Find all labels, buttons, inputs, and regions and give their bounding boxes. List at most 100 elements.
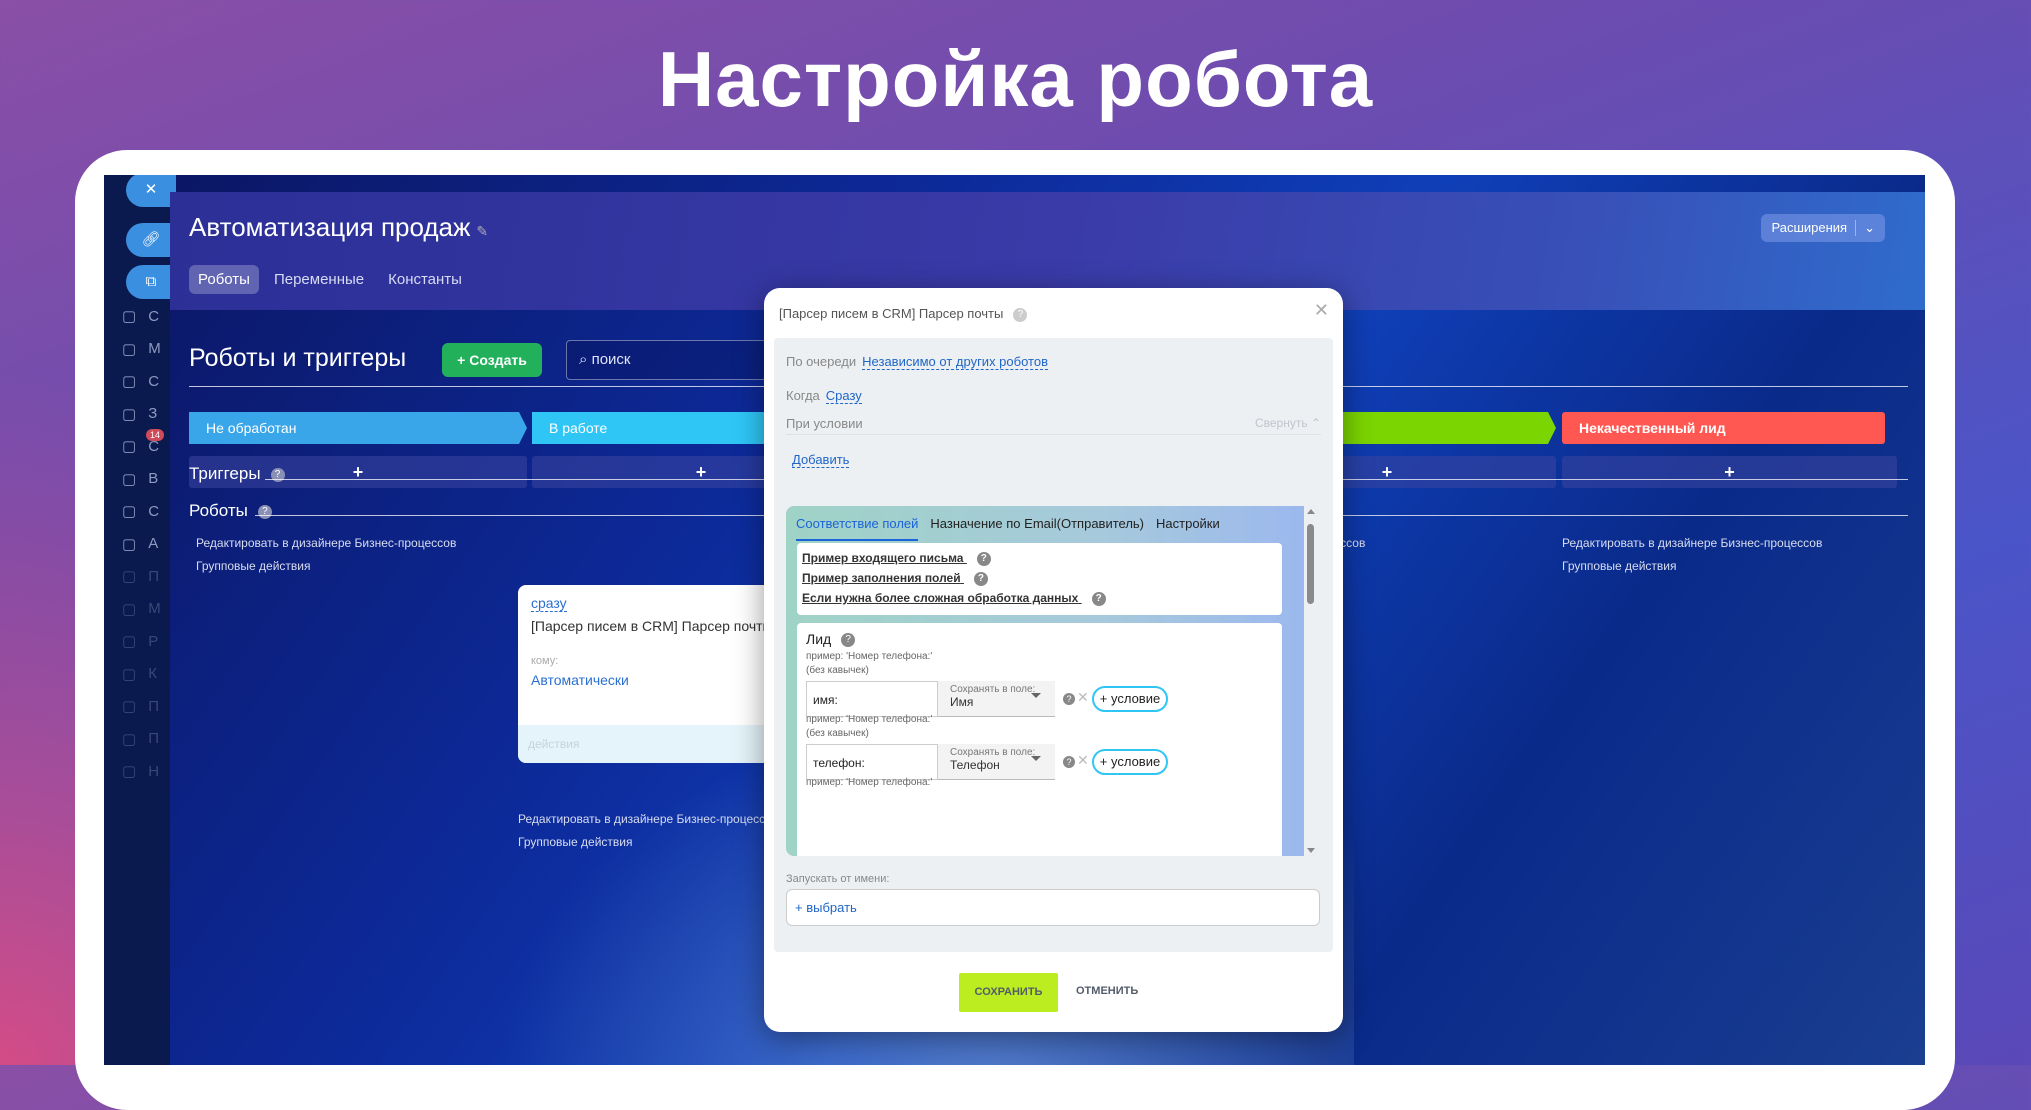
help-icon: ?: [976, 551, 991, 566]
save-to-value: Телефон: [950, 758, 1000, 772]
sidebar-item-label: С: [148, 307, 160, 325]
dialog-title: [Парсер писем в CRM] Парсер почты: [779, 306, 1004, 321]
open-new-window-button[interactable]: ⧉: [126, 265, 176, 299]
help-icon[interactable]: ?: [1063, 756, 1075, 768]
save-to-label: Сохранять в поле:: [950, 747, 1036, 758]
scrollbar[interactable]: [1304, 506, 1318, 856]
add-condition-button[interactable]: + условие: [1092, 686, 1168, 712]
example-fields-link[interactable]: Пример заполнения полей ?: [802, 571, 988, 586]
edit-in-designer-link[interactable]: Редактировать в дизайнере Бизнес-процесс…: [518, 812, 778, 826]
help-icon[interactable]: ?: [257, 504, 272, 519]
queue-value[interactable]: Независимо от других роботов: [862, 354, 1048, 370]
add-condition-button[interactable]: + условие: [1092, 749, 1168, 775]
tab-constants[interactable]: Константы: [379, 265, 471, 294]
sidebar-item[interactable]: ▢ В: [122, 470, 158, 488]
sidebar-item-label: П: [148, 697, 159, 715]
robot-when[interactable]: сразу: [531, 595, 567, 612]
condition-label: При условии: [786, 416, 863, 431]
sidebar-item[interactable]: ▢ М: [122, 600, 161, 618]
group-actions-link[interactable]: Групповые действия: [196, 559, 311, 573]
tab-field-mapping[interactable]: Соответствие полей: [796, 516, 919, 541]
field-hint: пример: 'Номер телефона:': [806, 651, 933, 662]
help-icon[interactable]: ?: [1063, 693, 1075, 705]
field-pattern-input[interactable]: имя:: [806, 681, 938, 717]
help-links-box: Пример входящего письма ? Пример заполне…: [797, 543, 1282, 615]
field-hint-note: (без кавычек): [806, 665, 869, 676]
sidebar-item-label: А: [148, 535, 159, 552]
cancel-button[interactable]: ОТМЕНИТЬ: [1076, 985, 1138, 997]
sidebar-item-icon: ▢: [122, 405, 137, 423]
sidebar-item[interactable]: ▢ С: [122, 307, 160, 326]
sidebar-item-label: М: [148, 340, 161, 357]
pin-icon[interactable]: ✎: [476, 223, 488, 239]
save-button[interactable]: СОХРАНИТЬ: [959, 973, 1058, 1012]
sidebar-item[interactable]: ▢ С: [122, 372, 160, 391]
sidebar-item[interactable]: ▢ П: [122, 567, 159, 586]
sidebar-item-icon: ▢: [122, 568, 137, 585]
sidebar-item[interactable]: ▢ К: [122, 665, 157, 683]
collapse-button[interactable]: Свернуть ⌃: [1255, 416, 1321, 430]
sidebar-item[interactable]: ▢ Н: [122, 762, 160, 781]
save-to-field-select[interactable]: Сохранять в поле: Имя: [938, 681, 1055, 717]
settings-panel: По очереди Независимо от других роботов К…: [774, 338, 1333, 952]
add-condition-link[interactable]: Добавить: [792, 452, 850, 468]
edit-in-designer-link[interactable]: Редактировать в дизайнере Бизнес-процесс…: [196, 536, 456, 550]
example-email-link[interactable]: Пример входящего письма ?: [802, 551, 991, 566]
triggers-heading: Триггеры?: [189, 464, 285, 484]
sidebar-item-icon: ▢: [122, 308, 137, 325]
search-placeholder: поиск: [591, 351, 631, 368]
stage-column-header[interactable]: Не обработан: [189, 412, 527, 444]
chevron-up-icon: ⌃: [1310, 416, 1321, 430]
tab-settings[interactable]: Настройки: [1156, 516, 1220, 541]
triggers-label: Триггеры: [189, 464, 261, 483]
sidebar-item-icon: ▢: [122, 698, 137, 715]
stage-column-header[interactable]: Некачественный лид: [1562, 412, 1885, 444]
field-pattern-input[interactable]: телефон:: [806, 744, 938, 780]
close-icon[interactable]: ✕: [1314, 300, 1329, 321]
sidebar-item-label: Н: [148, 762, 160, 780]
sidebar-item[interactable]: ▢ З: [122, 405, 157, 423]
sidebar-item[interactable]: ▢ С: [122, 502, 159, 521]
edit-in-designer-link[interactable]: Редактировать в дизайнере Бизнес-процесс…: [1562, 536, 1822, 550]
sidebar-item[interactable]: ▢ М: [122, 340, 161, 358]
sidebar-item-label: З: [148, 405, 158, 422]
add-trigger-button[interactable]: +: [1562, 456, 1897, 488]
close-icon: ✕: [144, 181, 158, 198]
create-button[interactable]: + Создать: [442, 343, 542, 377]
sidebar-item-label: С: [148, 372, 160, 390]
sidebar-item[interactable]: ▢ С 14: [122, 429, 165, 455]
help-icon[interactable]: ?: [841, 633, 856, 648]
remove-icon[interactable]: ✕: [1077, 689, 1089, 706]
sidebar-item-label: В: [148, 470, 159, 487]
dropdown-arrow-icon: [1031, 693, 1041, 698]
help-icon[interactable]: ?: [1013, 307, 1028, 322]
sidebar-item-icon: ▢: [122, 665, 137, 683]
sidebar-item[interactable]: ▢ П: [122, 730, 159, 748]
tab-email-assignment[interactable]: Назначение по Email(Отправитель): [930, 516, 1144, 541]
run-as-input[interactable]: + выбрать: [786, 889, 1320, 926]
copy-link-button[interactable]: 🔗︎: [126, 223, 176, 257]
save-to-field-select[interactable]: Сохранять в поле: Телефон: [938, 744, 1055, 780]
sidebar-item-icon: ▢: [122, 633, 137, 650]
advanced-processing-link[interactable]: Если нужна более сложная обработка данны…: [802, 591, 1106, 606]
extensions-label: Расширения: [1771, 220, 1848, 235]
sidebar-item-icon: ▢: [122, 438, 137, 455]
group-actions-link[interactable]: Групповые действия: [518, 835, 633, 849]
sidebar-item[interactable]: ▢ П: [122, 697, 159, 716]
remove-icon[interactable]: ✕: [1077, 752, 1089, 769]
field-hint: пример: 'Номер телефона:': [806, 777, 933, 788]
sidebar-item-icon: ▢: [122, 373, 137, 390]
group-actions-link[interactable]: Групповые действия: [1562, 559, 1677, 573]
sidebar-item[interactable]: ▢ Р: [122, 632, 158, 651]
save-to-value: Имя: [950, 695, 974, 709]
close-slider-button[interactable]: ✕: [126, 175, 176, 207]
robot-card[interactable]: сразу [Парсер писем в CRM] Парсер почты …: [518, 585, 778, 763]
when-value[interactable]: Сразу: [825, 388, 862, 404]
tab-variables[interactable]: Переменные: [265, 265, 373, 294]
robot-card-footer: действия: [518, 725, 778, 763]
robots-label: Роботы: [189, 501, 248, 520]
sidebar-item[interactable]: ▢ А: [122, 535, 158, 553]
tab-robots[interactable]: Роботы: [189, 265, 259, 294]
extensions-button[interactable]: Расширения ⌄: [1761, 214, 1885, 242]
field-hint-note: (без кавычек): [806, 728, 869, 739]
